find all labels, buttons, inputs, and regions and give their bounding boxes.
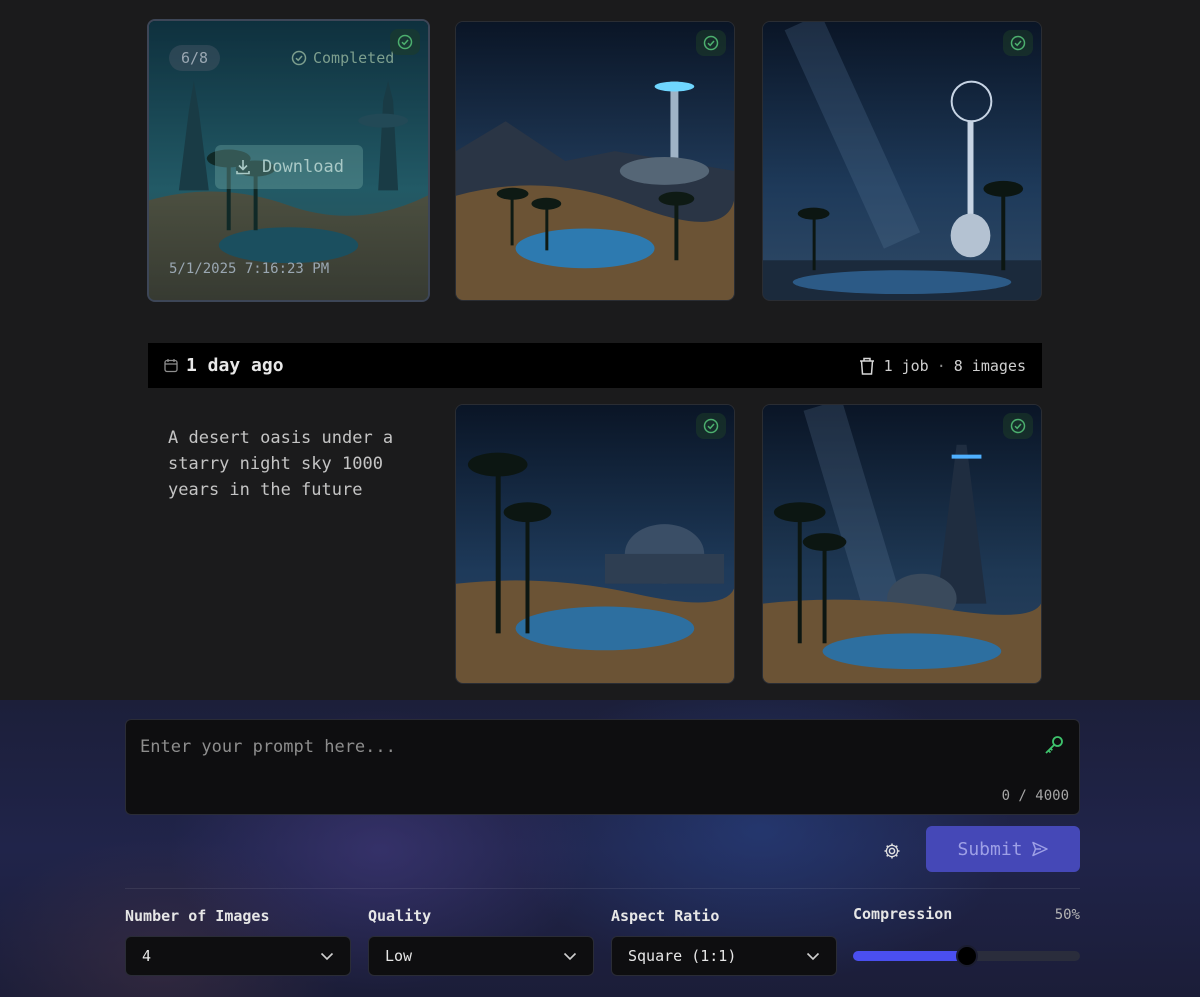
num-images-select[interactable]: 4: [125, 936, 351, 976]
image-tile-4[interactable]: [455, 404, 735, 684]
download-button[interactable]: Download: [215, 145, 363, 189]
divider: [125, 888, 1080, 889]
image-counter: 6/8: [169, 45, 221, 71]
image-tile-2[interactable]: [455, 21, 735, 301]
gear-icon: [884, 843, 900, 859]
image-timestamp: 5/1/2025 7:16:23 PM: [169, 261, 330, 277]
prompt-input[interactable]: [140, 732, 1020, 762]
completed-check: [1003, 413, 1033, 439]
job-count: 1 job: [883, 356, 929, 375]
submit-label: Submit: [957, 838, 1023, 860]
quality-label: Quality: [368, 907, 432, 925]
quality-value: Low: [385, 947, 413, 965]
generated-image: [763, 405, 1041, 683]
generated-image: [456, 22, 734, 300]
submit-button[interactable]: Submit: [926, 826, 1080, 872]
generated-image: [456, 405, 734, 683]
group-date: 1 day ago: [186, 355, 284, 376]
completed-check: [696, 413, 726, 439]
status-badge: Completed: [291, 47, 394, 69]
num-images-value: 4: [142, 947, 152, 965]
group-meta: 1 job · 8 images: [884, 357, 1026, 375]
job-group-header: 1 day ago 1 job · 8 images: [148, 343, 1042, 388]
image-tile-1[interactable]: 6/8 Completed Download 5/1/2025 7:16:23 …: [147, 19, 430, 302]
chevron-down-icon: [563, 952, 577, 960]
key-icon[interactable]: [1043, 734, 1065, 756]
chevron-down-icon: [320, 952, 334, 960]
check-circle-icon: [703, 35, 719, 51]
compression-slider[interactable]: [853, 945, 1080, 967]
aspect-ratio-label: Aspect Ratio: [611, 907, 720, 925]
check-circle-icon: [397, 34, 413, 50]
send-icon: [1031, 841, 1048, 857]
prompt-box: 0 / 4000: [125, 719, 1080, 815]
calendar-icon: [164, 359, 178, 373]
meta-separator: ·: [936, 356, 946, 375]
image-count: 8 images: [953, 356, 1026, 375]
compression-label: Compression: [853, 905, 953, 923]
download-label: Download: [262, 157, 344, 177]
download-icon: [236, 160, 250, 175]
settings-button[interactable]: [878, 837, 906, 865]
completed-check: [390, 29, 420, 55]
completed-check: [1003, 30, 1033, 56]
chevron-down-icon: [806, 952, 820, 960]
aspect-ratio-value: Square (1:1): [628, 947, 737, 965]
quality-select[interactable]: Low: [368, 936, 594, 976]
check-circle-icon: [1010, 35, 1026, 51]
completed-check: [696, 30, 726, 56]
status-text: Completed: [313, 49, 395, 67]
slider-thumb[interactable]: [955, 945, 978, 967]
job-prompt-text: A desert oasis under a starry night sky …: [168, 428, 394, 500]
trash-icon[interactable]: [858, 356, 876, 376]
check-circle-icon: [703, 418, 719, 434]
composer-panel: 0 / 4000 Submit Number of Images 4 Quali…: [0, 700, 1200, 997]
char-count: 0 / 4000: [1001, 788, 1069, 804]
generated-image: [763, 22, 1041, 300]
check-circle-icon: [1010, 418, 1026, 434]
slider-fill: [853, 951, 967, 961]
image-tile-5[interactable]: [762, 404, 1042, 684]
check-circle-icon: [291, 50, 307, 66]
num-images-label: Number of Images: [125, 907, 270, 925]
image-tile-3[interactable]: [762, 21, 1042, 301]
aspect-ratio-select[interactable]: Square (1:1): [611, 936, 837, 976]
compression-value: 50%: [1054, 907, 1080, 923]
